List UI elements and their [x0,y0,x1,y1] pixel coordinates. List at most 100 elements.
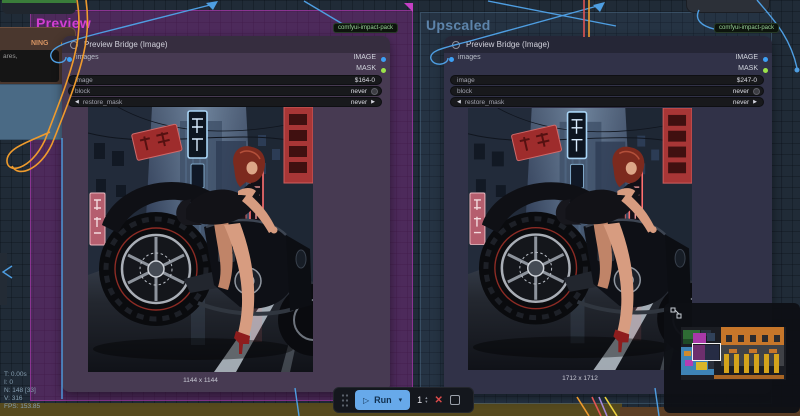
arrow-left-icon[interactable]: ◀ [457,100,461,105]
widget-restore-mask[interactable]: ◀ restore_mask never ▶ [450,97,764,107]
debug-line: T: 0.00s [4,371,40,379]
cancel-button[interactable]: ✕ [434,395,442,406]
yellow-group-edge [0,403,622,416]
minimap-block [744,354,749,373]
run-toolbar[interactable]: ▷ Run ▾ 1 ▴ ▾ ✕ [333,387,474,413]
node-graph-canvas[interactable]: Preview Upscaled NING ares, Preview Brid… [0,0,800,416]
run-button-label: Run [374,395,392,405]
debug-line: N: 148 [33] [4,387,40,395]
node-left-title: Preview Bridge (Image) [84,40,168,49]
minimap-block [754,354,759,373]
widget-restore-mask[interactable]: ◀ restore_mask never ▶ [68,97,382,107]
minimap-block [708,360,714,369]
chevron-down-icon[interactable]: ▾ [399,396,403,404]
input-dot-images[interactable] [449,57,454,62]
offscreen-node-fragment [0,253,7,305]
minimap-block [707,333,715,341]
widget-block[interactable]: block never [68,86,382,96]
widget-image-label: image [75,77,93,84]
debug-stats-overlay: T: 0.00s I: 0 N: 148 [33] V: 316 FPS: 15… [4,371,40,411]
minimap-block [774,335,780,342]
node-preview-bridge-left[interactable]: Preview Bridge (Image) images IMAGE MASK… [62,36,390,392]
clipped-node-topright[interactable] [686,0,770,13]
toggle-knob-icon[interactable] [371,88,378,95]
widget-restore-mask-label: restore_mask [83,99,122,106]
minimap-block [769,349,777,353]
output-dot-image[interactable] [763,57,768,62]
minimap-block [714,375,784,379]
minimap-viewport[interactable] [692,343,721,361]
minimap-block [729,349,737,353]
widget-image-value: $164-0 [355,77,375,84]
clipped-node-blue[interactable] [0,84,66,140]
minimap-block [724,354,729,373]
stop-button[interactable] [450,395,460,405]
minimap-block [750,335,756,342]
widget-block-value: never [351,88,367,95]
node-badge-impact-pack-right: comfyui-impact-pack [714,23,779,33]
stepper-down-icon[interactable]: ▾ [425,400,427,405]
widget-image[interactable]: image $247-0 [450,75,764,85]
minimap-block [726,335,732,342]
clipped-node-green-header [2,0,76,3]
output-label-mask: MASK [738,65,758,72]
debug-line: I: 0 [4,379,40,387]
node-right-title: Preview Bridge (Image) [466,40,550,49]
debug-line: FPS: 153.85 [4,403,40,411]
widget-block-value: never [733,88,749,95]
widget-image-label: image [457,77,475,84]
drag-handle-icon[interactable] [341,393,348,407]
input-dot-images[interactable] [67,57,72,62]
widget-restore-mask-value: never [351,99,367,106]
image-size-caption-right: 1712 x 1712 [468,375,692,382]
minimap-block [762,335,768,342]
output-label-image: IMAGE [735,54,758,61]
output-dot-image[interactable] [381,57,386,62]
minimap-panel[interactable] [664,303,800,413]
widget-image-value: $247-0 [737,77,757,84]
play-icon: ▷ [363,396,369,405]
minimap-block [684,351,691,356]
bike-artwork [88,107,313,372]
arrow-left-icon[interactable]: ◀ [75,100,79,105]
clipped-textbox-text: ares, [3,53,17,60]
widget-block[interactable]: block never [450,86,764,96]
node-badge-impact-pack-left: comfyui-impact-pack [333,23,398,33]
node-right-header[interactable]: Preview Bridge (Image) [444,36,772,53]
widget-block-label: block [457,88,472,95]
arrow-right-icon[interactable]: ▶ [371,100,375,105]
batch-count-stepper[interactable]: 1 ▴ ▾ [417,395,427,405]
group-preview-fold [404,3,413,12]
clipped-node-brown-textbox[interactable]: ares, [0,50,59,82]
widget-image[interactable]: image $164-0 [68,75,382,85]
input-label-images: images [458,54,481,61]
preview-image-left[interactable] [88,107,313,372]
minimap-block [774,354,779,373]
input-label-images: images [76,54,99,61]
widget-restore-mask-value: never [733,99,749,106]
output-dot-mask[interactable] [763,68,768,73]
run-button[interactable]: ▷ Run ▾ [355,390,410,410]
arrow-right-icon[interactable]: ▶ [753,100,757,105]
collapse-dot-icon[interactable] [70,41,78,49]
image-size-caption-left: 1144 x 1144 [88,377,313,384]
collapse-dot-icon[interactable] [452,41,460,49]
bike-artwork [468,108,692,370]
minimap-block [738,335,744,342]
output-dot-mask[interactable] [381,68,386,73]
output-label-image: IMAGE [353,54,376,61]
node-left-header[interactable]: Preview Bridge (Image) [62,36,390,53]
widget-restore-mask-label: restore_mask [465,99,504,106]
batch-count-value[interactable]: 1 [417,395,422,405]
minimap-block [749,349,757,353]
widget-block-label: block [75,88,90,95]
output-label-mask: MASK [356,65,376,72]
clipped-node-green[interactable] [2,0,76,14]
preview-image-right[interactable] [468,108,692,370]
clipped-node-brown-title: NING [31,40,49,47]
minimap-content[interactable] [681,327,786,380]
debug-line: V: 316 [4,395,40,403]
minimap-icon [670,307,682,319]
minimap-block [764,354,769,373]
toggle-knob-icon[interactable] [753,88,760,95]
